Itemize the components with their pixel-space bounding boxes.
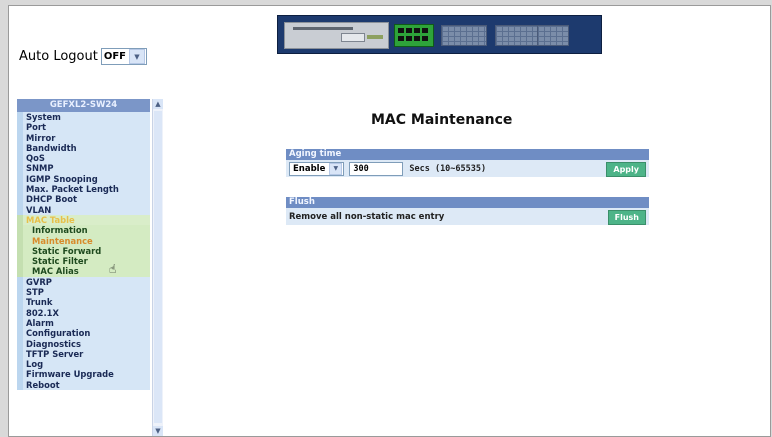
menu-item-mirror[interactable]: Mirror <box>17 132 150 143</box>
menu-item-reboot[interactable]: Reboot <box>17 379 150 391</box>
aging-mode-value: Enable <box>293 163 326 174</box>
menu-item-qos[interactable]: QoS <box>17 153 150 164</box>
aging-time-input[interactable]: 300 <box>349 161 404 176</box>
menu-item-mac-alias[interactable]: MAC Alias <box>17 266 150 277</box>
menu-item-max-packet-length[interactable]: Max. Packet Length <box>17 184 150 195</box>
aging-time-section: Aging time Enable ▼ 300 Secs (10~65535) … <box>286 149 649 177</box>
aging-time-header: Aging time <box>286 149 649 160</box>
aging-time-hint: Secs (10~65535) <box>409 163 487 174</box>
chevron-down-icon[interactable]: ▼ <box>329 162 343 175</box>
menu-item-system[interactable]: System <box>17 112 150 123</box>
auto-logout-label: Auto Logout <box>19 49 98 64</box>
menu-item-bandwidth[interactable]: Bandwidth <box>17 142 150 154</box>
menu-item-dhcp-boot[interactable]: DHCP Boot <box>17 194 150 205</box>
menu-item-trunk[interactable]: Trunk <box>17 297 150 308</box>
menu-item-alarm[interactable]: Alarm <box>17 317 150 329</box>
device-port-grid-2 <box>495 25 541 46</box>
chevron-up-icon[interactable]: ▲ <box>153 99 163 109</box>
flush-header: Flush <box>286 197 649 208</box>
side-menu-list: GEFXL2-SW24 System Port Mirror Bandwidth… <box>17 99 150 436</box>
browser-frame: Auto Logout OFF ▼ GEFXL2-SW24 System Por… <box>8 5 771 437</box>
menu-item-mac-table[interactable]: MAC Table <box>17 214 150 226</box>
menu-scrollbar[interactable]: ▲ ▼ <box>152 99 163 436</box>
menu-item-vlan[interactable]: VLAN <box>17 204 150 215</box>
device-left-panel <box>284 22 389 49</box>
aging-mode-select[interactable]: Enable ▼ <box>289 161 345 176</box>
menu-item-log[interactable]: Log <box>17 359 150 370</box>
switch-device-image <box>277 15 602 54</box>
auto-logout-select[interactable]: OFF ▼ <box>100 48 147 65</box>
menu-title: GEFXL2-SW24 <box>17 99 150 112</box>
hand-pointer-icon: ☝ <box>109 262 117 276</box>
menu-item-igmp-snooping[interactable]: IGMP Snooping <box>17 173 150 185</box>
menu-item-configuration[interactable]: Configuration <box>17 328 150 339</box>
menu-item-static-forward[interactable]: Static Forward <box>17 245 150 257</box>
flush-row: Remove all non-static mac entry Flush <box>286 208 649 225</box>
menu-item-information[interactable]: Information <box>17 225 150 236</box>
menu-item-stp[interactable]: STP <box>17 287 150 298</box>
flush-section: Flush Remove all non-static mac entry Fl… <box>286 197 649 225</box>
flush-description: Remove all non-static mac entry <box>289 211 445 222</box>
menu-item-snmp[interactable]: SNMP <box>17 163 150 174</box>
flush-button[interactable]: Flush <box>607 210 646 225</box>
scroll-thumb[interactable] <box>154 111 162 423</box>
side-menu: GEFXL2-SW24 System Port Mirror Bandwidth… <box>17 99 163 436</box>
menu-item-gvrp[interactable]: GVRP <box>17 276 150 288</box>
menu-item-tftp-server[interactable]: TFTP Server <box>17 348 150 360</box>
menu-item-port[interactable]: Port <box>17 122 150 133</box>
device-port-block <box>394 24 434 47</box>
menu-item-firmware-upgrade[interactable]: Firmware Upgrade <box>17 369 150 380</box>
chevron-down-icon[interactable]: ▼ <box>129 49 145 64</box>
apply-button[interactable]: Apply <box>606 162 646 177</box>
page-title: MAC Maintenance <box>371 112 513 128</box>
device-port-grid-3 <box>537 25 569 46</box>
auto-logout-value: OFF <box>103 51 126 62</box>
menu-item-maintenance[interactable]: Maintenance <box>17 235 150 246</box>
menu-item-8021x[interactable]: 802.1X <box>17 307 150 318</box>
auto-logout: Auto Logout OFF ▼ <box>19 48 147 65</box>
aging-time-row: Enable ▼ 300 Secs (10~65535) Apply <box>286 160 649 177</box>
device-port-grid-1 <box>441 25 487 46</box>
chevron-down-icon[interactable]: ▼ <box>153 426 163 436</box>
menu-item-diagnostics[interactable]: Diagnostics <box>17 338 150 349</box>
menu-item-static-filter[interactable]: Static Filter <box>17 256 150 267</box>
